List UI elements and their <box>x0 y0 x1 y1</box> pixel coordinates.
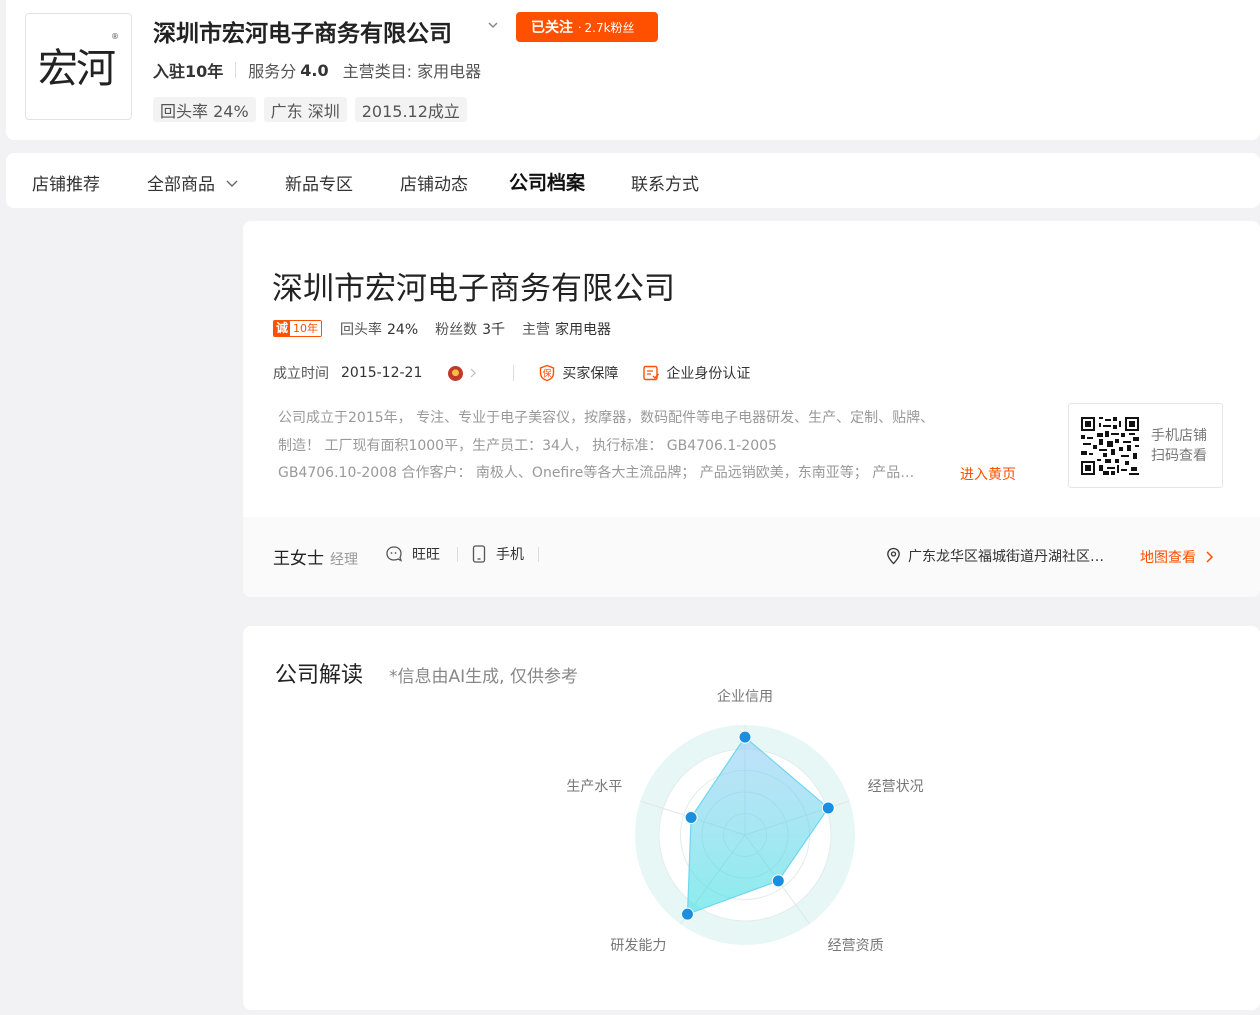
description-line: 制造！ 工厂现有面积1000平，生产员工：34人， 执行标准： GB4706.1… <box>278 437 777 454</box>
radar-axis-label: 研发能力 <box>610 938 666 954</box>
nav-all-products[interactable]: 全部商品 <box>147 170 239 195</box>
repeat-rate-value: 24% <box>387 322 419 338</box>
shop-name[interactable]: 深圳市宏河电子商务有限公司 <box>153 14 452 48</box>
contact-person-role: 经理 <box>330 552 358 568</box>
fans-value: 3千 <box>482 322 506 338</box>
contact-person-name: 王女士 <box>273 549 324 569</box>
divider <box>513 365 515 381</box>
chevron-down-icon <box>226 180 238 187</box>
chevron-right-icon[interactable] <box>469 368 477 378</box>
guarantee-shield-icon: 保 <box>540 364 555 382</box>
buyer-guarantee-label: 买家保障 <box>562 366 619 382</box>
mobile-phone-icon <box>472 545 486 563</box>
contact-person: 王女士 经理 <box>273 544 358 569</box>
company-profile-card: 深圳市宏河电子商务有限公司 诚 10年 回头率 24% 粉丝数 3千 主营 家用电器 … <box>243 221 1260 597</box>
wangwang-label: 旺旺 <box>412 547 440 563</box>
established-date: 2015-12-21 <box>341 365 423 381</box>
nav-contact[interactable]: 联系方式 <box>631 170 699 195</box>
follow-button[interactable]: 已关注 · 2.7k粉丝 <box>516 12 658 42</box>
logo-registered-mark: ® <box>111 32 119 41</box>
company-address: 广东龙华区福城街道丹湖社区… <box>885 546 1104 566</box>
shop-logo[interactable]: 宏河 ® <box>25 13 132 120</box>
company-radar-chart: 企业信用经营状况经营资质 研发能力 生产水平 <box>566 688 924 954</box>
fans-label: 粉丝数 <box>435 322 478 338</box>
view-map-link[interactable]: 地图查看 <box>1140 547 1214 567</box>
divider <box>457 547 458 562</box>
radar-data-point <box>771 874 785 888</box>
service-score-label: 服务分 <box>248 62 297 81</box>
radar-data-point <box>738 730 752 744</box>
main-business-value: 家用电器 <box>555 322 612 338</box>
nav-new-arrivals[interactable]: 新品专区 <box>285 170 353 195</box>
integrity-badge: 诚 10年 <box>273 320 323 337</box>
shop-meta: 入驻10年 服务分 4.0 主营类目: 家用电器 <box>153 59 482 82</box>
logo-text: 宏河 <box>38 46 116 92</box>
tag-established: 2015.12成立 <box>354 97 467 122</box>
nav-all-products-label: 全部商品 <box>147 175 215 195</box>
repeat-rate-label: 回头率 <box>340 322 382 338</box>
radar-data-point <box>684 810 698 824</box>
nav-shop-recommend[interactable]: 店铺推荐 <box>32 170 100 195</box>
radar-axis-label: 生产水平 <box>566 779 622 795</box>
fans-stat: 粉丝数 3千 <box>435 319 505 339</box>
enterprise-verification[interactable]: 企业身份认证 <box>642 363 750 383</box>
repeat-rate: 回头率 24% <box>340 319 418 339</box>
main-business-label: 主营 <box>522 322 551 338</box>
nav-shop-updates[interactable]: 店铺动态 <box>400 170 468 195</box>
yellow-pages-link[interactable]: 进入黄页 <box>960 464 1016 484</box>
radar-axis-label: 企业信用 <box>717 688 773 705</box>
qr-code-icon <box>1081 417 1139 475</box>
follow-label: 已关注 <box>531 20 573 36</box>
qr-caption-line: 扫码查看 <box>1151 448 1207 464</box>
divider <box>538 547 539 562</box>
shop-tags: 回头率 24% 广东 深圳 2015.12成立 <box>153 97 467 122</box>
company-description: 公司成立于2015年， 专注、专业于电子美容仪，按摩器，数码配件等电子电器研发、… <box>278 405 978 488</box>
radar-data-point <box>821 801 835 815</box>
radar-data-point <box>680 907 694 921</box>
established-label: 成立时间 <box>273 366 329 382</box>
description-line: GB4706.10-2008 合作客户： 南极人、Onefire等各大主流品牌；… <box>278 465 915 481</box>
main-business: 主营 家用电器 <box>522 319 611 339</box>
mobile-shop-qr[interactable]: 手机店铺 扫码查看 <box>1068 403 1223 488</box>
wangwang-chat-icon <box>386 546 403 562</box>
divider <box>235 62 237 78</box>
contact-bar: 王女士 经理 旺旺 手机 广东龙华区福城街道丹湖社区… 地图查看 <box>243 517 1260 597</box>
buyer-guarantee[interactable]: 保 买家保障 <box>538 363 618 383</box>
tag-repeat-rate: 回头率 24% <box>153 97 256 122</box>
shop-nav: 店铺推荐 全部商品 新品专区 店铺动态 公司档案 联系方式 <box>6 153 1260 208</box>
company-title: 深圳市宏河电子商务有限公司 <box>272 271 675 307</box>
address-text: 广东龙华区福城街道丹湖社区… <box>908 549 1104 565</box>
integrity-years: 10年 <box>290 321 322 336</box>
fans-count: 2.7k粉丝 <box>584 20 635 35</box>
view-map-label: 地图查看 <box>1140 550 1196 566</box>
description-line: 公司成立于2015年， 专注、专业于电子美容仪，按摩器，数码配件等电子电器研发、… <box>278 410 935 426</box>
integrity-icon: 诚 <box>274 321 291 336</box>
follow-separator: · <box>578 20 582 34</box>
qr-caption-line: 手机店铺 <box>1151 428 1207 444</box>
shop-header: 宏河 ® 深圳市宏河电子商务有限公司 已关注 · 2.7k粉丝 入驻10年 服务… <box>6 0 1260 140</box>
company-stats: 回头率 24% 粉丝数 3千 主营 家用电器 <box>340 319 611 339</box>
verification-id-icon <box>643 365 660 381</box>
svg-text:保: 保 <box>543 368 552 380</box>
phone-label: 手机 <box>496 547 524 563</box>
main-category: 主营类目: 家用电器 <box>342 62 482 81</box>
chevron-right-icon <box>1206 551 1214 563</box>
enterprise-verification-label: 企业身份认证 <box>666 366 751 382</box>
service-score: 4.0 <box>300 60 329 80</box>
radar-axis-label: 经营资质 <box>828 938 884 954</box>
qr-caption: 手机店铺 扫码查看 <box>1151 426 1207 466</box>
years-on-platform: 入驻10年 <box>153 62 224 81</box>
phone-button[interactable]: 手机 <box>472 544 524 564</box>
location-pin-icon <box>887 547 900 565</box>
wangwang-button[interactable]: 旺旺 <box>385 544 440 564</box>
business-license-emblem-icon[interactable] <box>448 365 464 381</box>
ai-interpretation-card: 公司解读 *信息由AI生成, 仅供参考 企业信用 经营状况 经营资质 研发能力 生产水平 <box>243 626 1260 1010</box>
chevron-down-icon[interactable] <box>486 18 500 32</box>
establishment-row: 成立时间 2015-12-21 保 买家保障 企业身份认证 <box>273 363 750 383</box>
nav-company-profile[interactable]: 公司档案 <box>509 168 585 195</box>
tag-location: 广东 深圳 <box>263 97 347 122</box>
radar-axis-label: 经营状况 <box>868 779 924 795</box>
